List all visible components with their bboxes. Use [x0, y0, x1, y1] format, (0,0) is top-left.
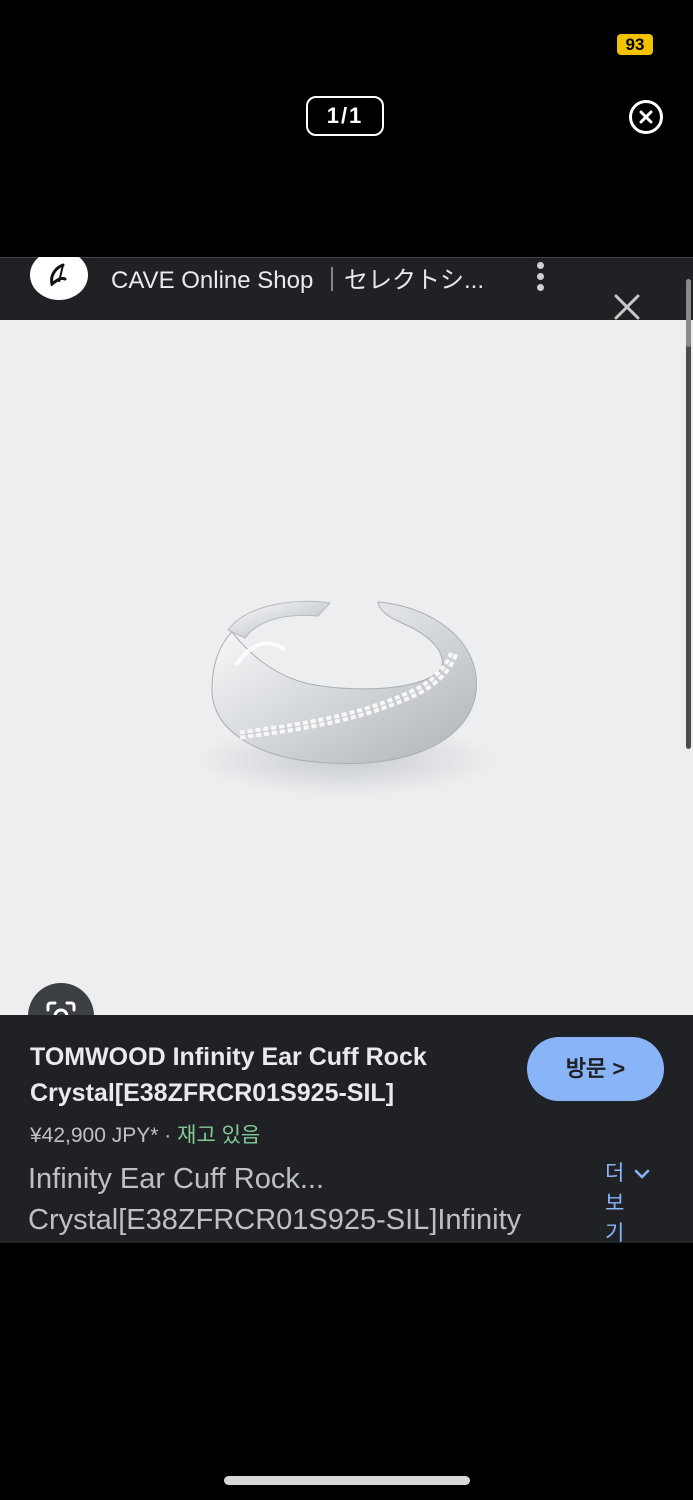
show-more-button[interactable]: 더 보 기 — [605, 1159, 660, 1243]
ear-cuff-image — [195, 600, 495, 796]
image-counter: 1/1 — [306, 96, 384, 136]
description-line2: Crystal[E38ZFRCR01S925-SIL]Infinity — [28, 1204, 522, 1236]
product-info: TOMWOOD Infinity Ear Cuff Rock Crystal[E… — [0, 1015, 693, 1243]
kebab-menu-icon[interactable] — [534, 262, 546, 292]
product-description: Infinity Ear Cuff Rock... Crystal[E38ZFR… — [28, 1159, 588, 1241]
product-title-line1: TOMWOOD Infinity Ear Cuff Rock — [30, 1043, 427, 1071]
stock-status: 재고 있음 — [177, 1124, 261, 1147]
product-title[interactable]: TOMWOOD Infinity Ear Cuff Rock Crystal[E… — [30, 1039, 510, 1111]
description-line1: Infinity Ear Cuff Rock... — [28, 1163, 325, 1195]
scrollbar-track[interactable] — [686, 279, 691, 749]
price-row: ¥42,900 JPY* · 재고 있음 — [30, 1119, 260, 1149]
site-header: CAVE Online Shop ｜セレクトシ... — [0, 257, 693, 321]
close-viewer-button[interactable] — [629, 100, 663, 134]
cave-logo-icon — [50, 263, 67, 287]
close-icon — [614, 294, 640, 320]
close-circle-icon — [639, 110, 653, 124]
search-result-panel: CAVE Online Shop ｜セレクトシ... TOMWOOD Infin… — [0, 257, 693, 1243]
site-name[interactable]: CAVE Online Shop ｜セレクトシ... — [111, 260, 484, 295]
product-price: ¥42,900 JPY* — [30, 1124, 159, 1147]
site-logo[interactable] — [30, 257, 88, 300]
battery-indicator: 93 — [617, 34, 653, 55]
show-more-label-2: 보 — [605, 1192, 625, 1215]
chevron-down-icon — [634, 1169, 650, 1179]
show-more-label-3: 기 — [605, 1222, 625, 1243]
separator: · — [164, 1124, 172, 1147]
product-image[interactable] — [0, 320, 693, 1049]
product-title-line2: Crystal[E38ZFRCR01S925-SIL] — [30, 1079, 395, 1107]
visit-button[interactable]: 방문 > — [527, 1037, 664, 1101]
scrollbar-thumb[interactable] — [686, 279, 691, 347]
close-panel-button[interactable] — [612, 292, 642, 322]
home-indicator[interactable] — [224, 1476, 470, 1485]
